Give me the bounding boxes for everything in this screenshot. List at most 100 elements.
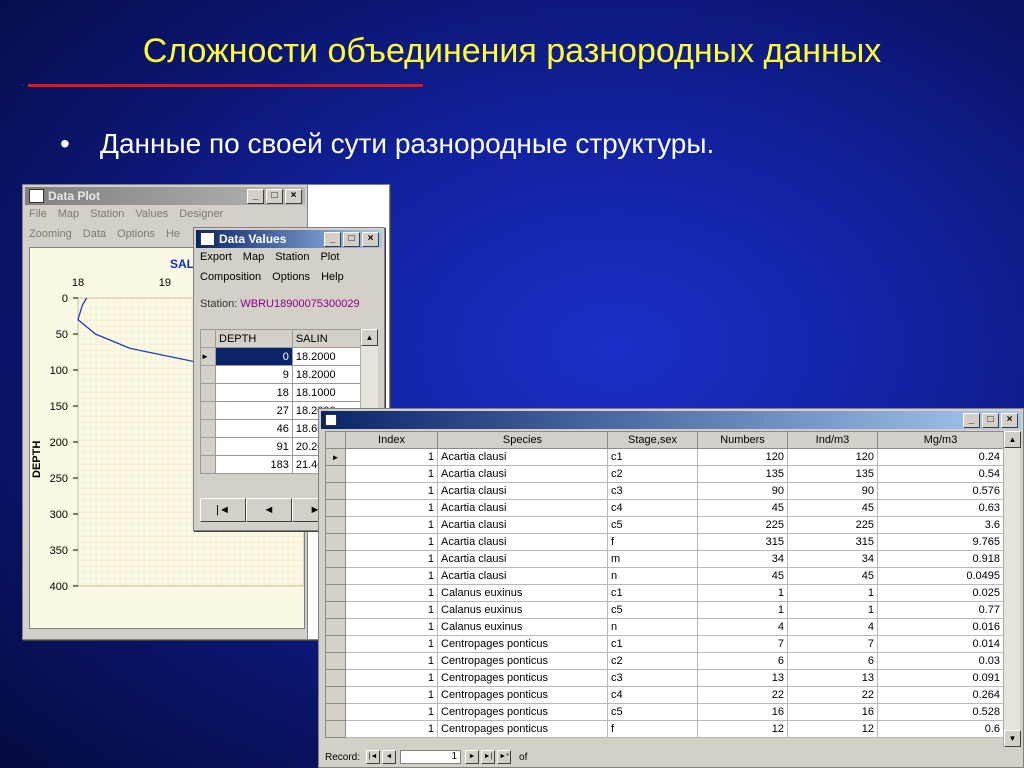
ind-cell[interactable]: 7 [787,635,878,653]
table-row[interactable]: ► 1 Acartia clausi c1 120 120 0.24 [325,448,1004,466]
index-cell[interactable]: 1 [345,482,438,500]
row-header[interactable] [325,635,346,653]
scroll-up-button[interactable]: ▲ [361,329,378,346]
row-header[interactable] [200,383,216,402]
column-header-stage[interactable]: Stage,sex [607,431,698,449]
table-row[interactable]: 1 Calanus euxinus c5 1 1 0.77 [325,601,1004,619]
depth-cell[interactable]: 91 [215,437,293,456]
table-row[interactable]: 1 Calanus euxinus n 4 4 0.016 [325,618,1004,636]
row-header[interactable] [200,401,216,420]
column-header-species[interactable]: Species [437,431,608,449]
stage-cell[interactable]: c3 [607,482,698,500]
ind-cell[interactable]: 13 [787,669,878,687]
scroll-up-button[interactable]: ▲ [1004,431,1021,448]
species-cell[interactable]: Acartia clausi [437,448,608,466]
species-cell[interactable]: Centropages ponticus [437,652,608,670]
index-cell[interactable]: 1 [345,720,438,738]
ind-cell[interactable]: 315 [787,533,878,551]
row-header[interactable] [325,601,346,619]
row-header[interactable] [325,533,346,551]
stage-cell[interactable]: c3 [607,669,698,687]
maximize-button[interactable]: □ [982,413,999,428]
numbers-cell[interactable]: 34 [697,550,788,568]
ind-cell[interactable]: 45 [787,567,878,585]
menu-map[interactable]: Map [58,208,79,222]
mg-cell[interactable]: 0.77 [877,601,1004,619]
ind-cell[interactable]: 16 [787,703,878,721]
species-cell[interactable]: Acartia clausi [437,533,608,551]
table-row[interactable]: 1 Acartia clausi c3 90 90 0.576 [325,482,1004,500]
depth-cell[interactable]: 9 [215,365,293,384]
ind-cell[interactable]: 225 [787,516,878,534]
mg-cell[interactable]: 0.576 [877,482,1004,500]
close-button[interactable]: × [1001,413,1018,428]
ind-cell[interactable]: 1 [787,601,878,619]
numbers-cell[interactable]: 45 [697,499,788,517]
row-header[interactable] [325,584,346,602]
mg-cell[interactable]: 0.025 [877,584,1004,602]
row-header[interactable] [325,499,346,517]
index-cell[interactable]: 1 [345,465,438,483]
menu-zooming[interactable]: Zooming [29,228,72,242]
scroll-down-button[interactable]: ▼ [1004,730,1021,747]
stage-cell[interactable]: f [607,720,698,738]
menu-composition[interactable]: Composition [200,271,261,285]
stage-cell[interactable]: c1 [607,584,698,602]
index-cell[interactable]: 1 [345,448,438,466]
mg-cell[interactable]: 0.264 [877,686,1004,704]
numbers-cell[interactable]: 120 [697,448,788,466]
column-header-numbers[interactable]: Numbers [697,431,788,449]
numbers-cell[interactable]: 16 [697,703,788,721]
current-row-indicator[interactable]: ► [200,347,216,366]
numbers-cell[interactable]: 7 [697,635,788,653]
ind-cell[interactable]: 135 [787,465,878,483]
prev-record-button[interactable]: ◄ [382,750,397,764]
mg-cell[interactable]: 0.014 [877,635,1004,653]
species-cell[interactable]: Centropages ponticus [437,669,608,687]
ind-cell[interactable]: 45 [787,499,878,517]
index-cell[interactable]: 1 [345,703,438,721]
minimize-button[interactable]: _ [963,413,980,428]
column-header-ind[interactable]: Ind/m3 [787,431,878,449]
mg-cell[interactable]: 0.528 [877,703,1004,721]
species-cell[interactable]: Acartia clausi [437,567,608,585]
mg-cell[interactable]: 0.6 [877,720,1004,738]
last-record-button[interactable]: ►| [481,750,496,764]
column-header-index[interactable]: Index [345,431,438,449]
numbers-cell[interactable]: 6 [697,652,788,670]
stage-cell[interactable]: c2 [607,652,698,670]
menu-map[interactable]: Map [243,251,264,265]
first-record-button[interactable]: |◄ [366,750,381,764]
index-cell[interactable]: 1 [345,652,438,670]
menu-station[interactable]: Station [275,251,309,265]
stage-cell[interactable]: c1 [607,635,698,653]
mg-cell[interactable]: 0.54 [877,465,1004,483]
stage-cell[interactable]: n [607,567,698,585]
depth-cell[interactable]: 183 [215,455,293,474]
stage-cell[interactable]: c2 [607,465,698,483]
numbers-cell[interactable]: 45 [697,567,788,585]
menu-export[interactable]: Export [200,251,232,265]
table-row[interactable]: 1 Acartia clausi m 34 34 0.918 [325,550,1004,568]
species-cell[interactable]: Acartia clausi [437,550,608,568]
vertical-scrollbar[interactable]: ▲ ▼ [1003,431,1021,747]
table-row[interactable]: 1 Acartia clausi f 315 315 9.765 [325,533,1004,551]
species-cell[interactable]: Centropages ponticus [437,703,608,721]
row-header[interactable] [325,686,346,704]
stage-cell[interactable]: f [607,533,698,551]
table-row[interactable]: 1 Calanus euxinus c1 1 1 0.025 [325,584,1004,602]
species-cell[interactable]: Centropages ponticus [437,720,608,738]
row-header[interactable] [325,550,346,568]
numbers-cell[interactable]: 90 [697,482,788,500]
depth-cell[interactable]: 0 [215,347,293,366]
column-header[interactable]: DEPTH [215,329,293,348]
ind-cell[interactable]: 6 [787,652,878,670]
species-cell[interactable]: Acartia clausi [437,516,608,534]
table-row[interactable]: 1 Centropages ponticus c5 16 16 0.528 [325,703,1004,721]
numbers-cell[interactable]: 135 [697,465,788,483]
table-row[interactable]: 1 Centropages ponticus c3 13 13 0.091 [325,669,1004,687]
ind-cell[interactable]: 34 [787,550,878,568]
menu-plot[interactable]: Plot [320,251,339,265]
numbers-cell[interactable]: 315 [697,533,788,551]
index-cell[interactable]: 1 [345,618,438,636]
